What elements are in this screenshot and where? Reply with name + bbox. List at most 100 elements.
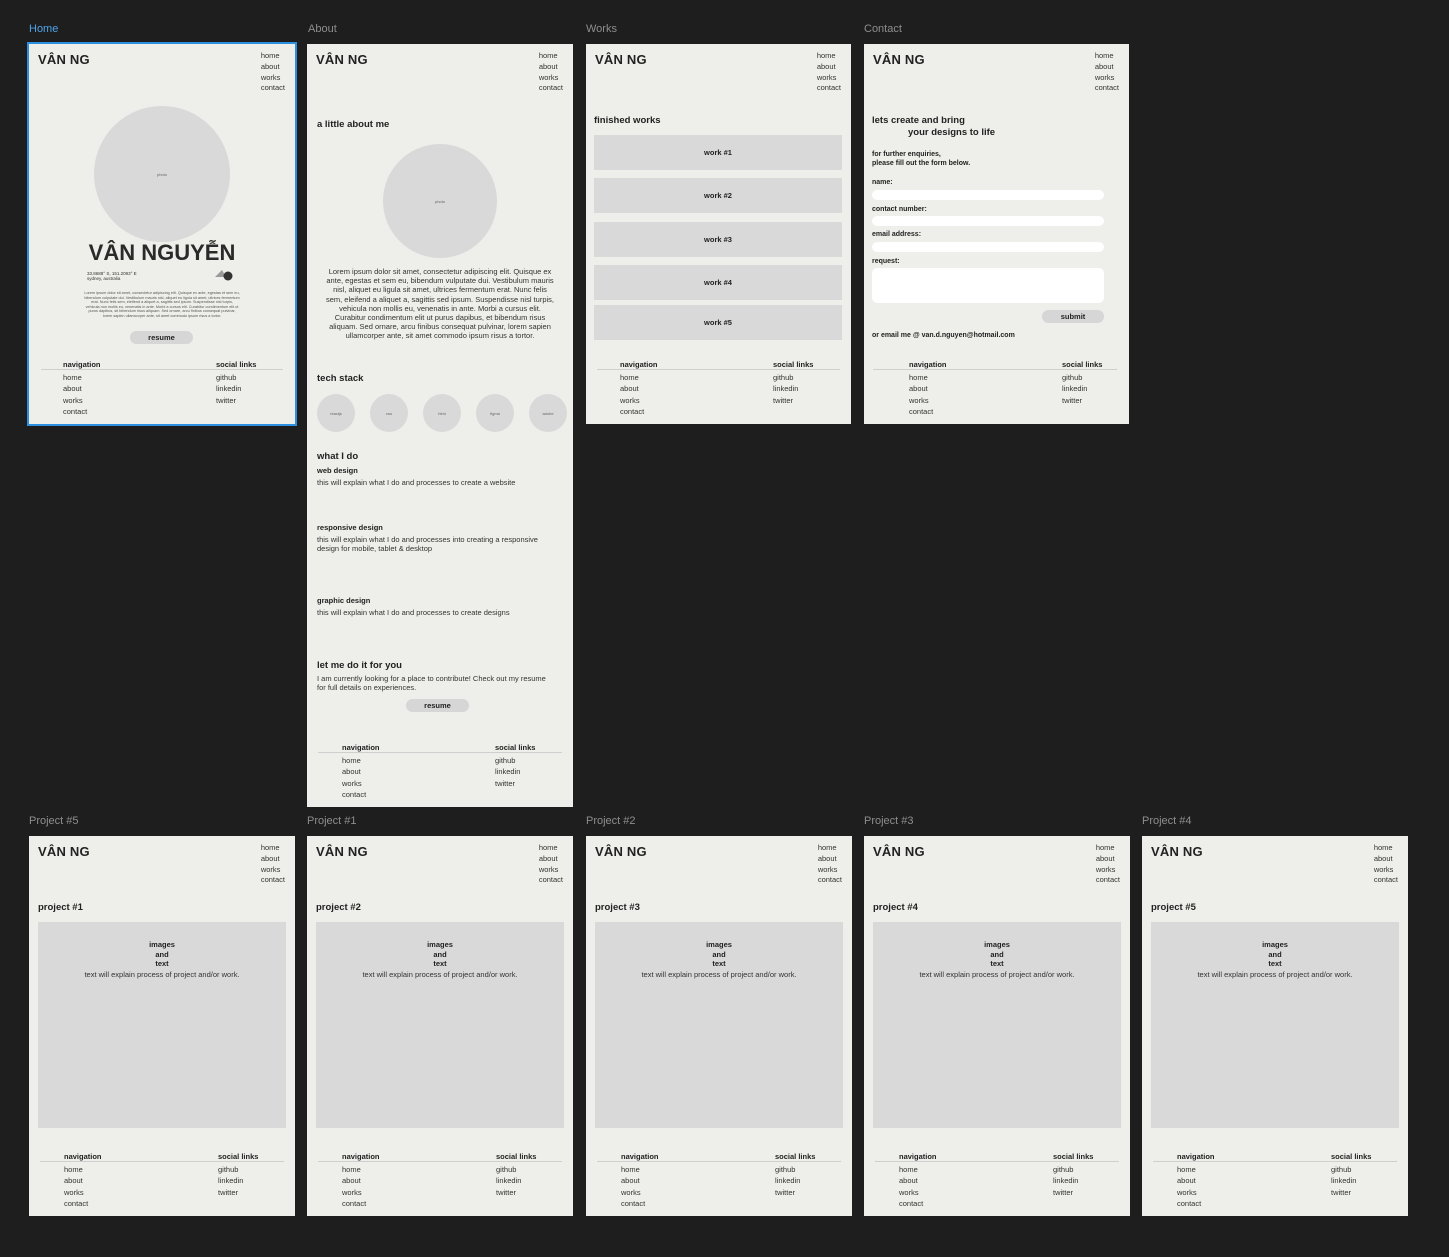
footer-nav-link-contact[interactable]: contact (899, 1198, 937, 1209)
submit-button[interactable]: submit (1042, 310, 1104, 323)
footer-nav-link-about[interactable]: about (899, 1175, 937, 1186)
footer-social-link-twitter[interactable]: twitter (218, 1187, 258, 1198)
work-card[interactable]: work #5 (594, 305, 842, 340)
footer-social-link-github[interactable]: github (773, 372, 813, 383)
nav-link-works[interactable]: works (818, 865, 842, 876)
footer-nav-link-home[interactable]: home (620, 372, 658, 383)
frame-label[interactable]: Contact (864, 23, 902, 35)
email-address-field[interactable] (872, 242, 1104, 252)
footer-social-link-linkedin[interactable]: linkedin (495, 766, 535, 777)
nav-link-about[interactable]: about (818, 854, 842, 865)
footer-social-link-github[interactable]: github (1053, 1164, 1093, 1175)
nav-link-home[interactable]: home (539, 51, 563, 62)
footer-nav-link-home[interactable]: home (64, 1164, 102, 1175)
footer-social-link-github[interactable]: github (216, 372, 256, 383)
logo[interactable]: VÂN NG (38, 52, 90, 67)
footer-social-link-linkedin[interactable]: linkedin (216, 383, 256, 394)
footer-nav-link-contact[interactable]: contact (621, 1198, 659, 1209)
work-card[interactable]: work #3 (594, 222, 842, 257)
nav-link-contact[interactable]: contact (261, 83, 285, 94)
footer-social-link-linkedin[interactable]: linkedin (1053, 1175, 1093, 1186)
logo[interactable]: VÂN NG (595, 52, 647, 67)
nav-link-contact[interactable]: contact (1374, 875, 1398, 886)
footer-nav-link-contact[interactable]: contact (64, 1198, 102, 1209)
nav-link-contact[interactable]: contact (539, 875, 563, 886)
logo[interactable]: VÂN NG (595, 844, 647, 859)
nav-link-about[interactable]: about (539, 62, 563, 73)
footer-nav-link-home[interactable]: home (342, 755, 380, 766)
nav-link-contact[interactable]: contact (817, 83, 841, 94)
footer-social-link-twitter[interactable]: twitter (1053, 1187, 1093, 1198)
logo[interactable]: VÂN NG (873, 52, 925, 67)
work-card[interactable]: work #2 (594, 178, 842, 213)
footer-nav-link-about[interactable]: about (64, 1175, 102, 1186)
contact-number-field[interactable] (872, 216, 1104, 226)
request-field[interactable] (872, 268, 1104, 303)
nav-link-works[interactable]: works (539, 73, 563, 84)
frame-label[interactable]: Home (29, 23, 58, 35)
logo[interactable]: VÂN NG (1151, 844, 1203, 859)
footer-nav-link-works[interactable]: works (620, 395, 658, 406)
footer-nav-link-works[interactable]: works (909, 395, 947, 406)
resume-button[interactable]: resume (406, 699, 469, 712)
footer-nav-link-home[interactable]: home (909, 372, 947, 383)
footer-social-link-twitter[interactable]: twitter (775, 1187, 815, 1198)
frame-label[interactable]: Project #2 (586, 815, 636, 827)
footer-nav-link-about[interactable]: about (621, 1175, 659, 1186)
footer-nav-link-works[interactable]: works (63, 395, 101, 406)
nav-link-home[interactable]: home (1374, 843, 1398, 854)
footer-social-link-twitter[interactable]: twitter (496, 1187, 536, 1198)
nav-link-about[interactable]: about (1374, 854, 1398, 865)
footer-social-link-github[interactable]: github (496, 1164, 536, 1175)
nav-link-home[interactable]: home (817, 51, 841, 62)
footer-social-link-linkedin[interactable]: linkedin (218, 1175, 258, 1186)
footer-nav-link-contact[interactable]: contact (909, 406, 947, 417)
footer-social-link-github[interactable]: github (1331, 1164, 1371, 1175)
nav-link-contact[interactable]: contact (539, 83, 563, 94)
footer-nav-link-home[interactable]: home (899, 1164, 937, 1175)
nav-link-about[interactable]: about (1096, 854, 1120, 865)
footer-social-link-twitter[interactable]: twitter (773, 395, 813, 406)
resume-button[interactable]: resume (130, 331, 193, 344)
footer-social-link-linkedin[interactable]: linkedin (775, 1175, 815, 1186)
logo[interactable]: VÂN NG (38, 844, 90, 859)
nav-link-home[interactable]: home (261, 51, 285, 62)
footer-nav-link-home[interactable]: home (342, 1164, 380, 1175)
nav-link-about[interactable]: about (1095, 62, 1119, 73)
frame-label[interactable]: Project #5 (29, 815, 79, 827)
footer-social-link-github[interactable]: github (495, 755, 535, 766)
footer-social-link-linkedin[interactable]: linkedin (496, 1175, 536, 1186)
footer-social-link-twitter[interactable]: twitter (1331, 1187, 1371, 1198)
frame-label[interactable]: Project #4 (1142, 815, 1192, 827)
nav-link-works[interactable]: works (817, 73, 841, 84)
name-field[interactable] (872, 190, 1104, 200)
nav-link-home[interactable]: home (818, 843, 842, 854)
nav-link-contact[interactable]: contact (1095, 83, 1119, 94)
footer-nav-link-about[interactable]: about (1177, 1175, 1215, 1186)
footer-nav-link-contact[interactable]: contact (342, 1198, 380, 1209)
nav-link-works[interactable]: works (261, 865, 285, 876)
footer-social-link-linkedin[interactable]: linkedin (1331, 1175, 1371, 1186)
footer-social-link-linkedin[interactable]: linkedin (1062, 383, 1102, 394)
footer-nav-link-works[interactable]: works (342, 778, 380, 789)
footer-social-link-twitter[interactable]: twitter (216, 395, 256, 406)
footer-social-link-twitter[interactable]: twitter (495, 778, 535, 789)
nav-link-works[interactable]: works (539, 865, 563, 876)
footer-nav-link-about[interactable]: about (342, 1175, 380, 1186)
footer-social-link-twitter[interactable]: twitter (1062, 395, 1102, 406)
frame-label[interactable]: Works (586, 23, 617, 35)
nav-link-about[interactable]: about (817, 62, 841, 73)
footer-social-link-linkedin[interactable]: linkedin (773, 383, 813, 394)
footer-social-link-github[interactable]: github (1062, 372, 1102, 383)
nav-link-contact[interactable]: contact (1096, 875, 1120, 886)
logo[interactable]: VÂN NG (316, 844, 368, 859)
footer-nav-link-contact[interactable]: contact (342, 789, 380, 800)
footer-nav-link-contact[interactable]: contact (63, 406, 101, 417)
footer-nav-link-works[interactable]: works (342, 1187, 380, 1198)
work-card[interactable]: work #4 (594, 265, 842, 300)
footer-nav-link-about[interactable]: about (620, 383, 658, 394)
nav-link-works[interactable]: works (1374, 865, 1398, 876)
work-card[interactable]: work #1 (594, 135, 842, 170)
nav-link-works[interactable]: works (1096, 865, 1120, 876)
nav-link-contact[interactable]: contact (261, 875, 285, 886)
